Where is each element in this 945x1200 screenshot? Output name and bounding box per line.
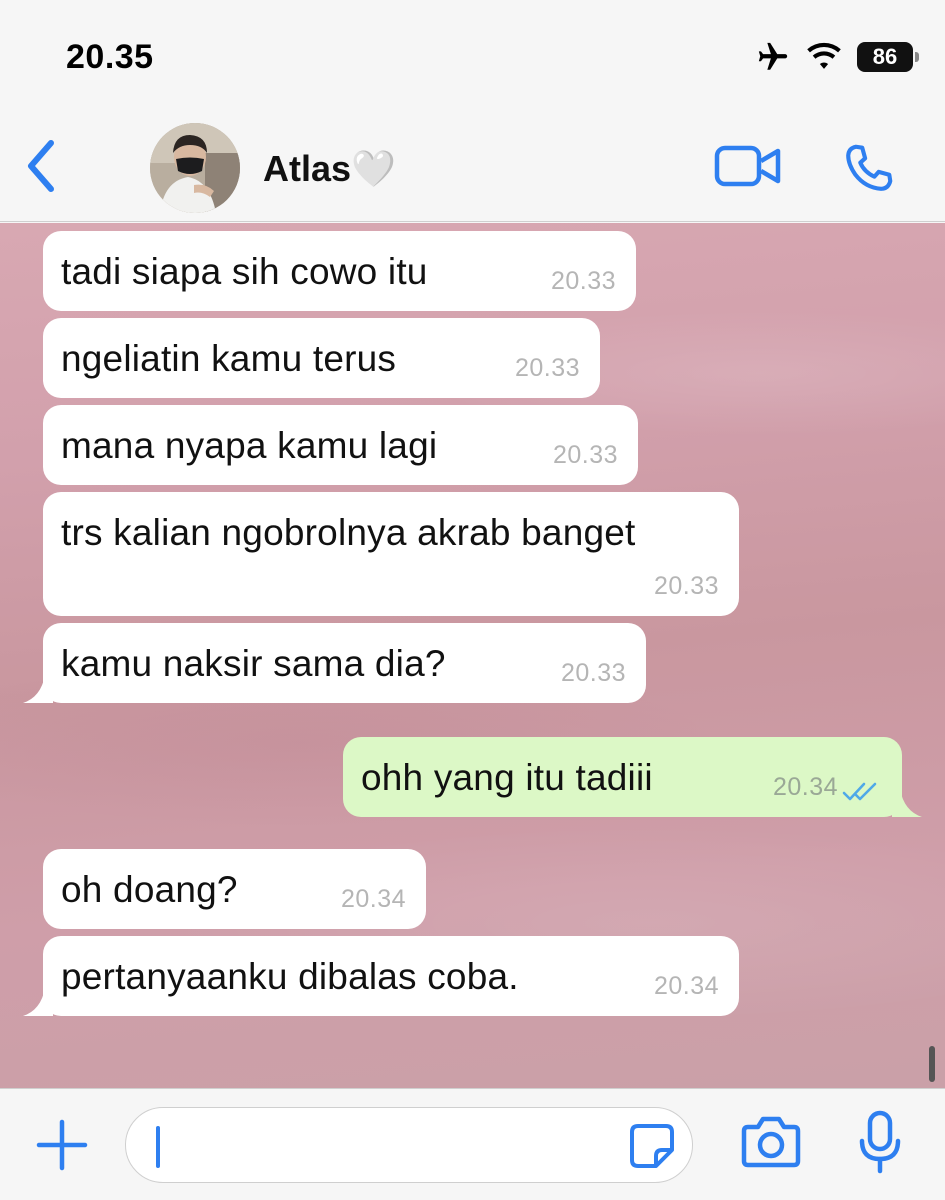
avatar-photo [150,123,240,213]
input-bar [0,1088,945,1200]
attach-button[interactable] [34,1117,90,1173]
microphone-icon [859,1110,901,1174]
message-bubble-incoming[interactable]: oh doang? 20.34 [43,849,426,929]
status-time: 20.35 [66,38,154,76]
message-text: kamu naksir sama dia? [61,643,446,684]
battery-icon: 86 [857,42,919,72]
message-bubble-incoming[interactable]: mana nyapa kamu lagi 20.33 [43,405,638,485]
message-time: 20.33 [514,354,580,382]
message-input[interactable] [125,1107,693,1183]
status-bar: 20.35 86 [0,0,945,110]
message-text: pertanyaanku dibalas coba. [61,956,519,997]
status-icons: 86 [755,40,919,74]
message-time: 20.33 [653,572,719,600]
back-button[interactable] [18,134,64,198]
back-chevron-icon [28,140,54,192]
message-text: mana nyapa kamu lagi [61,425,438,466]
message-time: 20.33 [560,659,626,687]
wifi-icon [807,42,841,69]
chat-area[interactable]: tadi siapa sih cowo itu 20.33 ngeliatin … [0,223,945,1088]
message-bubble-incoming[interactable]: trs kalian ngobrolnya akrab banget 20.33 [43,492,739,616]
message-text: ngeliatin kamu terus [61,338,397,379]
video-call-button[interactable] [712,138,784,194]
camera-icon [741,1116,801,1168]
message-bubble-incoming[interactable]: ngeliatin kamu terus 20.33 [43,318,600,398]
camera-button[interactable] [740,1113,802,1171]
message-time: 20.33 [550,267,616,295]
message-time: 20.34 [772,773,838,801]
message-bubble-incoming[interactable]: pertanyaanku dibalas coba. 20.34 [23,936,739,1016]
message-text: oh doang? [61,869,238,910]
contact-name-text: Atlas [263,148,352,189]
contact-name[interactable]: Atlas🤍 [263,148,396,190]
video-camera-icon [714,145,781,187]
white-heart-emoji: 🤍 [351,148,396,189]
message-bubble-outgoing[interactable]: ohh yang itu tadiii 20.34 [343,737,922,817]
phone-icon [846,144,893,191]
airplane-icon [758,42,788,70]
bubble-tail [23,988,53,1016]
message-text: ohh yang itu tadiii [361,757,653,798]
message-time: 20.33 [552,441,618,469]
message-text: trs kalian ngobrolnya akrab banget [61,512,636,553]
sticker-icon[interactable] [628,1122,676,1170]
message-time: 20.34 [340,885,406,913]
message-bubble-incoming[interactable]: kamu naksir sama dia? 20.33 [23,623,646,703]
bubble-tail [892,789,922,817]
message-text: tadi siapa sih cowo itu [61,251,428,292]
message-time: 20.34 [653,972,719,1000]
voice-call-button[interactable] [838,138,900,198]
chat-header: Atlas🤍 [0,110,945,222]
scroll-indicator[interactable] [929,1046,935,1082]
text-caret [156,1126,160,1168]
double-check-icon [842,782,877,801]
message-bubble-incoming[interactable]: tadi siapa sih cowo itu 20.33 [43,231,636,311]
microphone-button[interactable] [858,1109,902,1177]
bubble-tail [23,675,53,703]
plus-icon [36,1119,88,1171]
avatar[interactable] [150,123,240,213]
